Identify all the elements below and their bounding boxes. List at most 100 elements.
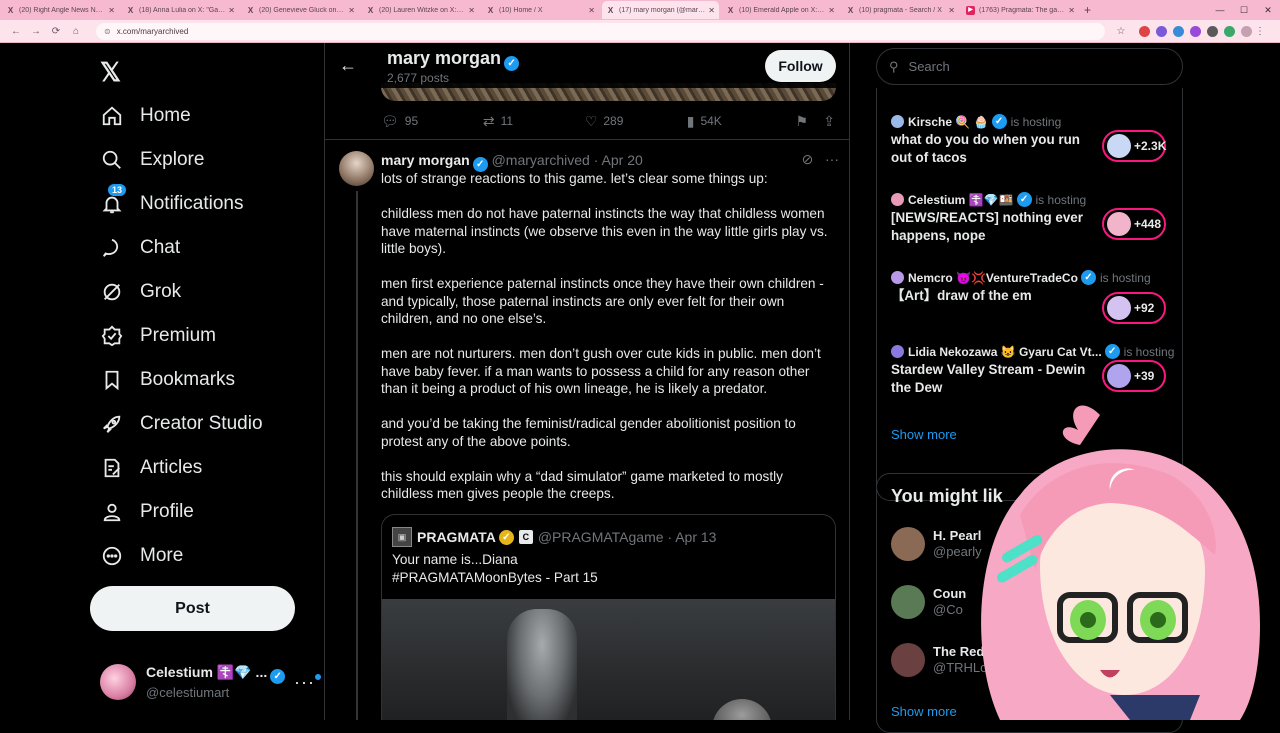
like-button[interactable]: ♡ 289 [585,113,687,130]
close-icon[interactable]: ✕ [948,6,955,15]
author-handle[interactable]: @maryarchived [492,152,590,168]
live-item[interactable]: Kirsche 🍭 🧁 ✓ is hosting what do you do wh… [891,114,1176,165]
live-item[interactable]: Lidia Nekozawa 😺 Gyaru Cat Vt... ✓ is host… [891,344,1176,395]
browser-tab[interactable]: X (10) Home / X ✕ [482,1,599,19]
avatar[interactable] [339,151,374,186]
x-logo-icon: X [127,5,134,15]
browser-tab[interactable]: X (20) Genevieve Gluck on X: "Lo✕ [242,1,359,19]
nav-notifications[interactable]: 13 Notifications [100,184,244,219]
browser-tab[interactable]: X (18) Anna Lulia on X: "Gay TikT✕ [122,1,239,19]
close-icon[interactable]: ✕ [108,6,115,15]
nav-label: Creator Studio [140,413,263,434]
close-icon[interactable]: ✕ [468,6,475,15]
home-icon[interactable]: ⌂ [68,26,84,37]
close-icon[interactable]: ✕ [828,6,835,15]
nav-premium[interactable]: Premium [100,321,216,351]
x-logo-icon[interactable]: 𝕏 [100,57,121,88]
account-switcher[interactable]: Celestium ☦️💎 ... ✓ @celestiumart ··· [100,662,321,702]
nav-grok[interactable]: Grok [100,277,181,307]
forward-arrow-icon[interactable]: → [28,26,44,37]
bookmark-icon [100,368,124,392]
extension-icon[interactable] [1139,25,1150,37]
extension-icon[interactable] [1207,25,1218,37]
search-input[interactable]: ⚲ Search [876,48,1183,85]
author-name[interactable]: mary morgan [381,152,470,168]
close-icon[interactable]: ✕ [588,6,595,15]
live-title: what do you do when you run out of tacos [891,132,1080,165]
youtube-icon: ▶ [966,5,975,15]
avatar [891,271,904,284]
share-icon: ⇪ [823,112,835,129]
url-input[interactable]: ⊜ x.com/maryarchived [96,22,1105,40]
nav-explore[interactable]: Explore [100,145,204,175]
site-info-icon[interactable]: ⊜ [104,27,111,36]
quote-media[interactable] [382,599,835,720]
nav-label: More [140,545,184,566]
profile-icon[interactable] [1241,25,1252,37]
extension-icon[interactable] [1173,25,1184,37]
hosting-label: is hosting [1123,344,1175,359]
share-button[interactable]: ⇪ [823,113,841,130]
live-item[interactable]: Nemcro 😈💢VentureTradeCo ✓ is hosting 【Art】… [891,270,1176,324]
repost-button[interactable]: ⇄ 11 [483,113,585,130]
bookmark-button[interactable]: ⚑ [796,113,824,130]
live-item[interactable]: Celestium ☦️💎🍱 ✓ is hosting [NEWS/REACTS] … [891,192,1176,243]
close-icon[interactable]: ✕ [228,6,235,15]
browser-tab[interactable]: ▶ (1763) Pragmata: The game th ✕ [962,1,1079,19]
tab-title: (20) Genevieve Gluck on X: "Lo [259,6,345,14]
browser-tab[interactable]: X (10) pragmata - Search / X ✕ [842,1,959,19]
extension-icon[interactable] [1224,25,1235,37]
nav-articles[interactable]: Articles [100,453,202,483]
quoted-tweet[interactable]: ▣ PRAGMATA ✓ C @PRAGMATAgame · Apr 13 You… [381,514,836,720]
tweet-text: lots of strange reactions to this game. … [381,170,837,520]
browser-tab[interactable]: X (17) mary morgan (@maryarch✕ [602,1,719,19]
nav-bookmarks[interactable]: Bookmarks [100,365,235,395]
tab-title: (18) Anna Lulia on X: "Gay TikT [139,6,225,14]
live-listeners-pill[interactable]: +92 [1102,292,1166,324]
avatar [891,643,925,677]
more-dots-icon[interactable]: ··· [825,151,839,167]
browser-tab[interactable]: X (10) Emerald Apple on X: "Tim ✕ [722,1,839,19]
more-dots-icon[interactable]: ··· [294,672,321,693]
reply-button[interactable]: 💬︎ 95 [381,113,483,130]
back-arrow-icon[interactable]: ← [8,26,24,37]
browser-tab[interactable]: X (20) Lauren Witzke on X: "My ✕ [362,1,479,19]
show-more-link[interactable]: Show more [891,427,957,442]
nav-label: Grok [140,281,182,302]
extension-icon[interactable] [1156,25,1167,37]
show-more-link[interactable]: Show more [891,704,957,719]
avatar [891,345,904,358]
nav-home[interactable]: Home [100,101,191,131]
verified-badge-icon: ✓ [1104,344,1120,359]
live-title: [NEWS/REACTS] nothing ever happens, nope [891,210,1083,243]
follow-button[interactable]: Follow [765,50,836,82]
new-tab-icon[interactable]: + [1084,3,1091,17]
minimize-icon[interactable]: — [1208,0,1232,20]
extension-icon[interactable] [1190,25,1201,37]
post-actions: 💬︎ 95 ⇄ 11 ♡ 289 ▮ 54K ⚑ ⇪ [381,111,841,131]
maximize-icon[interactable]: ☐ [1232,0,1256,20]
nav-creator-studio[interactable]: Creator Studio [100,409,263,439]
browser-menu-icon[interactable]: ⋮ [1252,26,1268,37]
nav-chat[interactable]: Chat [100,233,180,263]
views-button[interactable]: ▮ 54K [687,113,796,130]
close-icon[interactable]: ✕ [1068,6,1075,15]
live-listeners-pill[interactable]: +39 [1102,360,1166,392]
close-icon[interactable]: ✕ [348,6,355,15]
bookmark-star-icon[interactable]: ☆ [1113,26,1129,37]
back-arrow-icon[interactable]: ← [339,55,357,76]
close-icon[interactable]: ✕ [708,6,715,15]
nav-more[interactable]: More [100,541,183,571]
tweet-paragraph: men are not nurturers. men don’t gush ov… [381,346,821,396]
quote-author-handle: @PRAGMATAgame [537,529,664,545]
search-placeholder: Search [908,59,950,74]
tweet-date[interactable]: · Apr 20 [594,152,643,168]
reload-icon[interactable]: ⟳ [48,26,64,37]
browser-tab[interactable]: X (20) Right Angle News Network✕ [2,1,119,19]
live-listeners-pill[interactable]: +448 [1102,208,1166,240]
close-window-icon[interactable]: ✕ [1256,0,1280,20]
grok-icon[interactable]: ⊘ [802,151,814,167]
nav-profile[interactable]: Profile [100,497,194,527]
live-listeners-pill[interactable]: +2.3K [1102,130,1166,162]
post-button[interactable]: Post [90,586,295,631]
